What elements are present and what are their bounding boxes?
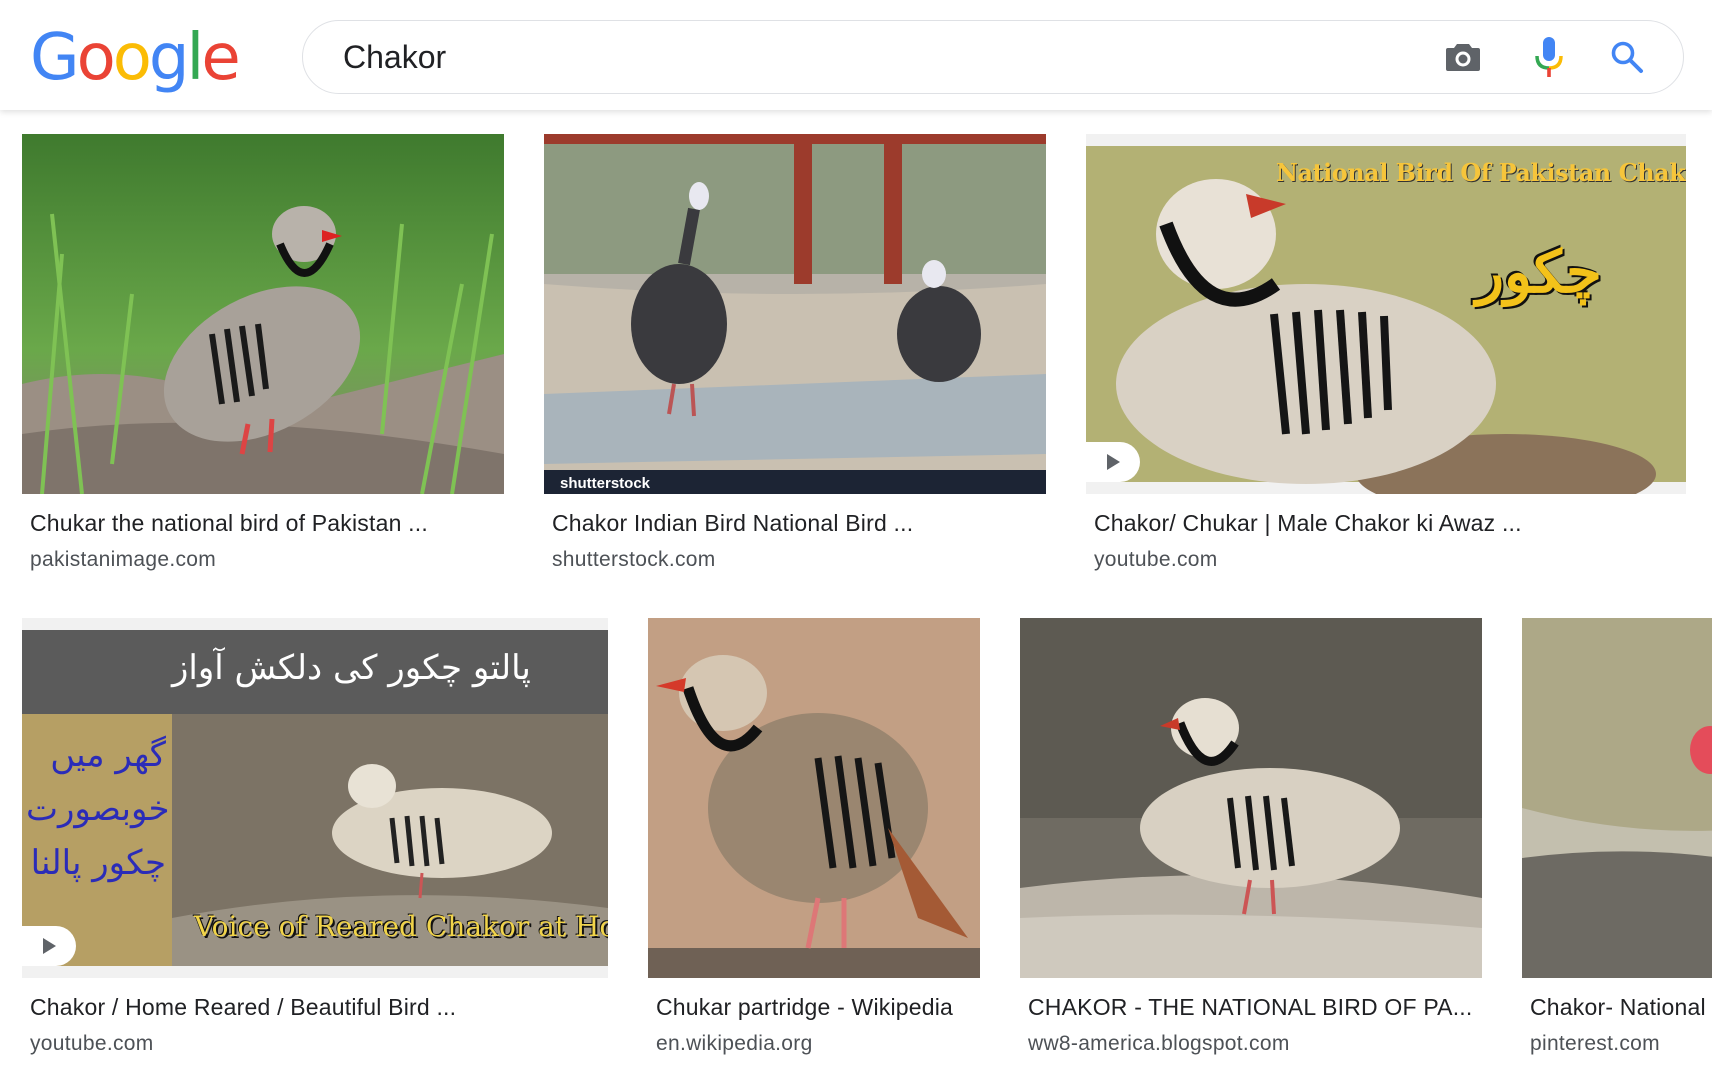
search-header: Google [0, 0, 1712, 110]
image-result[interactable]: Chakor- National pinterest.com [1522, 618, 1712, 1068]
watermark-logo: shutterstock [560, 475, 651, 492]
result-thumbnail[interactable] [1020, 618, 1482, 978]
result-title[interactable]: Chukar the national bird of Pakistan ... [30, 510, 428, 537]
image-result[interactable]: shutterstock Chakor Indian Bird National… [544, 134, 1046, 584]
result-source[interactable]: shutterstock.com [552, 548, 716, 572]
result-title[interactable]: Chakor/ Chukar | Male Chakor ki Awaz ... [1094, 510, 1522, 537]
result-source[interactable]: pinterest.com [1530, 1032, 1660, 1056]
logo-letter: l [186, 21, 205, 95]
result-thumbnail[interactable]: National Bird Of Pakistan Chakor چکور [1086, 134, 1686, 494]
result-thumbnail[interactable]: shutterstock [544, 134, 1046, 494]
result-thumbnail[interactable]: پالتو چکور کی دلکش آواز گھر میں خوبصورت … [22, 618, 608, 978]
overlay-caption: Voice of Reared Chakor at Home [194, 910, 608, 943]
image-result[interactable]: CHAKOR - THE NATIONAL BIRD OF PA... ww8-… [1020, 618, 1482, 1068]
image-result[interactable]: Chukar partridge - Wikipedia en.wikipedi… [648, 618, 980, 1068]
google-logo[interactable]: Google [30, 14, 241, 102]
logo-letter: o [76, 21, 116, 95]
search-icon[interactable] [1607, 37, 1647, 77]
logo-letter: o [112, 21, 152, 95]
play-icon [1086, 442, 1140, 482]
result-source[interactable]: ww8-america.blogspot.com [1028, 1032, 1290, 1056]
logo-letter: g [148, 21, 190, 95]
result-thumbnail[interactable] [1522, 618, 1712, 978]
overlay-urdu: چکور [1476, 238, 1602, 306]
result-title[interactable]: Chukar partridge - Wikipedia [656, 994, 953, 1021]
result-title[interactable]: Chakor Indian Bird National Bird ... [552, 510, 913, 537]
overlay-title: National Bird Of Pakistan Chakor [1276, 158, 1686, 187]
result-source[interactable]: pakistanimage.com [30, 548, 216, 572]
search-input[interactable] [343, 21, 1343, 93]
play-icon [22, 926, 76, 966]
result-source[interactable]: youtube.com [30, 1032, 154, 1056]
logo-letter: e [201, 21, 240, 95]
camera-icon[interactable] [1443, 37, 1483, 77]
image-result[interactable]: پالتو چکور کی دلکش آواز گھر میں خوبصورت … [22, 618, 608, 1068]
result-source[interactable]: en.wikipedia.org [656, 1032, 813, 1056]
result-title[interactable]: Chakor / Home Reared / Beautiful Bird ..… [30, 994, 456, 1021]
image-result[interactable]: Chukar the national bird of Pakistan ...… [22, 134, 504, 584]
image-result[interactable]: National Bird Of Pakistan Chakor چکور Ch… [1086, 134, 1686, 584]
result-thumbnail[interactable] [22, 134, 504, 494]
search-box [302, 20, 1684, 94]
result-thumbnail[interactable] [648, 618, 980, 978]
result-source[interactable]: youtube.com [1094, 548, 1218, 572]
overlay-urdu-top: پالتو چکور کی دلکش آواز [172, 648, 531, 688]
result-title[interactable]: CHAKOR - THE NATIONAL BIRD OF PA... [1028, 994, 1472, 1021]
microphone-icon[interactable] [1529, 37, 1569, 77]
result-title[interactable]: Chakor- National [1530, 994, 1706, 1021]
logo-letter: G [30, 21, 80, 95]
overlay-urdu-side: گھر میں خوبصورت چکور پالنا [26, 735, 170, 883]
